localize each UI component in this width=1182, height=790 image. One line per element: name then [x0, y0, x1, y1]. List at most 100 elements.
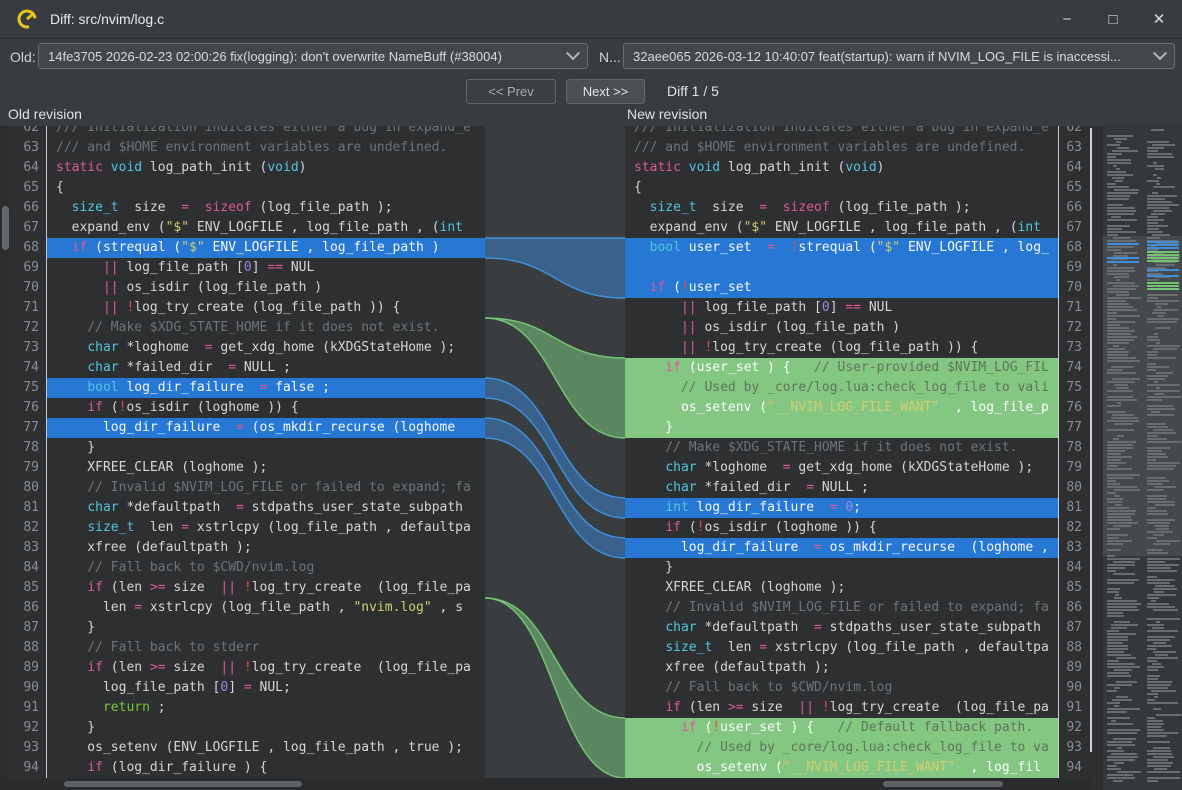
minimap-line — [1116, 657, 1136, 659]
minimap-line — [1107, 183, 1116, 185]
minimap-line — [1107, 327, 1129, 329]
minimap-line — [1147, 489, 1164, 491]
minimap-line — [1147, 426, 1168, 428]
new-pane-hscrollbar-thumb[interactable] — [883, 781, 1003, 787]
code-text: } — [625, 418, 1058, 438]
window-title: Diff: src/nvim/log.c — [50, 11, 164, 27]
minimap[interactable] — [1103, 126, 1182, 790]
minimap-line — [1147, 423, 1166, 425]
code-text: expand_env ("$" ENV_LOGFILE , log_file_p… — [625, 218, 1058, 238]
old-revision-select[interactable]: 14fe3705 2026-02-23 02:00:26 fix(logging… — [38, 43, 588, 69]
code-line: 93 os_setenv (ENV_LOGFILE , log_file_pat… — [10, 738, 485, 758]
minimap-line — [1107, 774, 1133, 776]
code-text: /// Initialization indicates either a bu… — [625, 126, 1058, 138]
minimap-line — [1147, 459, 1156, 461]
code-line: // Used by _core/log.lua:check_log_file … — [625, 378, 1090, 398]
old-code-pane[interactable]: 62/// Initialization indicates either a … — [10, 126, 485, 778]
minimap-line — [1107, 558, 1140, 560]
code-text: bool user_set = !strequal ("$" ENV_LOGFI… — [625, 238, 1058, 258]
code-line: 71 || !log_try_create (log_file_path )) … — [10, 298, 485, 318]
code-line: 92 } — [10, 718, 485, 738]
maximize-icon[interactable]: □ — [1090, 0, 1136, 38]
minimap-line — [1107, 450, 1125, 452]
minimap-line — [1107, 675, 1131, 677]
code-text: } — [46, 718, 485, 738]
minimap-line — [1107, 519, 1132, 521]
code-text: } — [46, 438, 485, 458]
minimap-line — [1156, 621, 1160, 623]
minimap-line — [1107, 756, 1138, 758]
code-text: char *defaultpath = stdpaths_user_state_… — [625, 618, 1058, 638]
minimap-line — [1147, 378, 1165, 380]
vertical-scrollbar-thumb[interactable] — [2, 206, 9, 250]
code-line: 85 if (len >= size || !log_try_create (l… — [10, 578, 485, 598]
minimap-line — [1113, 573, 1135, 575]
line-number: 89 — [10, 658, 46, 678]
minimap-line — [1107, 135, 1133, 137]
diff-connector-gutter — [485, 126, 625, 778]
new-revision-select[interactable]: 32aee065 2026-03-12 10:40:07 feat(startu… — [623, 43, 1175, 69]
minimap-line — [1107, 333, 1131, 335]
minimap-line — [1147, 396, 1181, 398]
minimap-line — [1147, 564, 1179, 566]
minimap-line — [1111, 216, 1121, 218]
minimap-line — [1156, 540, 1180, 542]
close-icon[interactable]: ✕ — [1136, 0, 1182, 38]
minimap-line — [1107, 606, 1137, 608]
minimap-line — [1107, 420, 1139, 422]
minimize-icon[interactable]: − — [1044, 0, 1090, 38]
minimap-line — [1147, 648, 1156, 650]
minimap-line — [1147, 207, 1169, 209]
minimap-line — [1147, 405, 1173, 407]
minimap-line — [1107, 225, 1130, 227]
code-line: /// Initialization indicates either a bu… — [625, 126, 1090, 138]
minimap-line — [1107, 603, 1141, 605]
code-line: 76 if (!os_isdir (loghome )) { — [10, 398, 485, 418]
line-number: 92 — [10, 718, 46, 738]
code-text: os_setenv ("__NVIM_LOG_FILE_WANT" , log_… — [625, 398, 1058, 418]
code-line: xfree (defaultpath );89 — [625, 658, 1090, 678]
minimap-line — [1147, 519, 1175, 521]
line-number: 91 — [10, 698, 46, 718]
minimap-line — [1151, 690, 1176, 692]
minimap-line — [1107, 528, 1120, 530]
app-logo-icon — [16, 8, 38, 30]
new-code-pane[interactable]: /// Initialization indicates either a bu… — [625, 126, 1090, 778]
minimap-diff-mark-blue — [1107, 261, 1139, 263]
code-line: || log_file_path [0] == NUL71 — [625, 298, 1090, 318]
code-line: 77 log_dir_failure = (os_mkdir_recurse (… — [10, 418, 485, 438]
minimap-line — [1147, 231, 1163, 233]
minimap-diff-mark-green — [1147, 254, 1179, 256]
code-text: expand_env ("$" ENV_LOGFILE , log_file_p… — [46, 218, 485, 238]
code-text: size_t size = sizeof (log_file_path ); — [625, 198, 1058, 218]
minimap-line — [1116, 294, 1129, 296]
minimap-line — [1107, 777, 1135, 779]
minimap-line — [1117, 771, 1141, 773]
minimap-line — [1107, 465, 1118, 467]
minimap-line — [1147, 318, 1179, 320]
line-number: 83 — [1058, 538, 1090, 558]
minimap-line — [1107, 609, 1139, 611]
next-diff-button[interactable]: Next >> — [566, 79, 645, 104]
old-pane-hscrollbar-thumb[interactable] — [64, 781, 302, 787]
minimap-line — [1147, 552, 1168, 554]
old-code-rows: 62/// Initialization indicates either a … — [10, 126, 485, 778]
minimap-line — [1147, 684, 1171, 686]
minimap-line — [1147, 462, 1180, 464]
minimap-line — [1157, 306, 1161, 308]
minimap-line — [1107, 723, 1133, 725]
line-number: 70 — [10, 278, 46, 298]
minimap-line — [1147, 741, 1170, 743]
minimap-diff-mark-blue — [1147, 247, 1179, 249]
minimap-line — [1153, 162, 1157, 164]
prev-diff-button[interactable]: << Prev — [466, 79, 556, 104]
line-number: 77 — [10, 418, 46, 438]
minimap-line — [1114, 621, 1130, 623]
minimap-line — [1156, 372, 1173, 374]
chevron-down-icon — [1153, 46, 1167, 60]
code-line: os_setenv ("__NVIM_LOG_FILE_WANT" , log_… — [625, 398, 1090, 418]
minimap-line — [1107, 174, 1133, 176]
minimap-line — [1107, 645, 1128, 647]
minimap-line — [1113, 345, 1119, 347]
minimap-line — [1114, 495, 1120, 497]
